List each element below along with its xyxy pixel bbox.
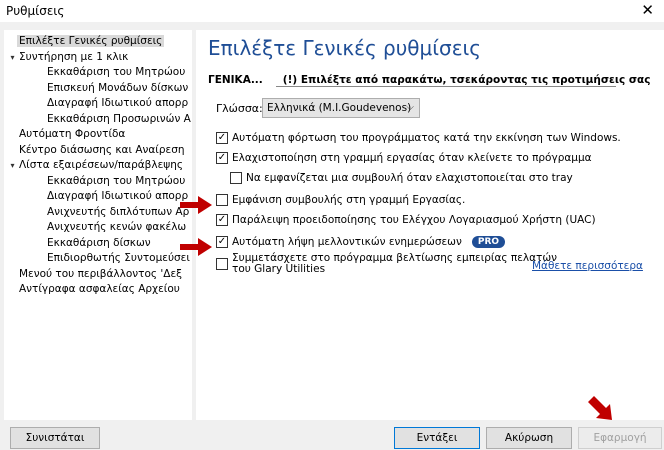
settings-panel: Επιλέξτε Γενικές ρυθμίσεις ΓΕΝΙΚΑ... (!) … [196, 30, 664, 420]
tree-item[interactable]: ▾ Λίστα εξαιρέσεων/παράβλεψης [4, 158, 192, 173]
option-checkbox[interactable] [216, 194, 228, 206]
instruction-text: (!) Επιλέξτε από παρακάτω, τσεκάροντας τ… [282, 74, 651, 86]
title-bar: Ρυθμίσεις ✕ [0, 0, 664, 22]
chevron-down-icon: ⌵ [406, 102, 414, 113]
tree-item[interactable]: Κέντρο διάσωσης και Αναίρεση [4, 143, 192, 158]
option-checkbox[interactable]: ✓ [216, 214, 228, 226]
section-divider [276, 86, 616, 87]
option-checkbox[interactable]: ✓ [216, 152, 228, 164]
apply-button[interactable]: Εφαρμογή [578, 427, 662, 449]
tree-item[interactable]: Αυτόματη Φροντίδα [4, 127, 192, 142]
chevron-down-icon[interactable]: ▾ [8, 50, 17, 65]
tree-item-label: Ανιχνευτής διπλότυπων Αρ [47, 205, 190, 218]
tree-item[interactable]: Εκκαθάριση του Μητρώου [4, 174, 192, 189]
red-arrow-icon [180, 196, 212, 214]
tree-item-label: Μενού του περιβάλλοντος 'Δεξ [19, 267, 182, 280]
pro-badge: PRO [471, 236, 506, 248]
window-title: Ρυθμίσεις [6, 4, 65, 18]
tree-item-label: Διαγραφή Ιδιωτικού απορρ [47, 190, 189, 202]
option-checkbox[interactable] [216, 258, 228, 270]
ok-button[interactable]: Εντάξει [394, 427, 480, 449]
tree-item[interactable]: Εκκαθάριση δίσκων [4, 236, 192, 251]
chevron-down-icon[interactable]: ▾ [8, 158, 17, 173]
tree-item[interactable]: Ανιχνευτής διπλότυπων Αρ [4, 205, 192, 220]
tree-item-label: Λίστα εξαιρέσεων/παράβλεψης [19, 159, 184, 171]
tree-item[interactable]: ▾ Συντήρηση με 1 κλικ [4, 50, 192, 65]
red-arrow-icon [180, 238, 212, 256]
section-intro: ΓΕΝΙΚΑ... (!) Επιλέξτε από παρακάτω, τσεκ… [208, 74, 650, 86]
section-label: ΓΕΝΙΚΑ... [208, 74, 263, 86]
tree-item-label: Διαγραφή Ιδιωτικού απορρ [47, 97, 189, 109]
tree-item-label: Ανιχνευτής κενών φακέλω [47, 221, 187, 233]
language-select[interactable]: Ελληνικά (M.I.Goudevenos) ⌵ [262, 98, 420, 118]
option-checkbox[interactable]: ✓ [216, 132, 228, 144]
option-label: Αυτόματη φόρτωση του προγράμματος κατά τ… [232, 132, 621, 144]
option-label: Εμφάνιση συμβουλής στη γραμμή Εργασίας. [232, 194, 465, 206]
tree-item-label: Αυτόματη Φροντίδα [19, 128, 126, 140]
option-label-text: Να εμφανίζεται μια συμβουλή όταν ελαχιστ… [246, 172, 573, 184]
language-value: Ελληνικά (M.I.Goudevenos) [267, 102, 412, 114]
option-label-text: του Glary Utilities [232, 263, 326, 275]
tree-item[interactable]: Εκκαθάριση του Μητρώου [4, 65, 192, 80]
tree-item[interactable]: Επιλέξτε Γενικές ρυθμίσεις [4, 34, 192, 49]
close-icon[interactable]: ✕ [641, 1, 654, 19]
tree-item-label: Επιδιορθωτής Συντομεύσει [47, 252, 190, 264]
language-label: Γλώσσα: [216, 102, 263, 115]
tree-item[interactable]: Αντίγραφα ασφαλείας Αρχείου [4, 282, 192, 297]
recommend-button[interactable]: Συνιστάται [10, 427, 100, 449]
tree-item-label: Κέντρο διάσωσης και Αναίρεση [19, 143, 185, 156]
tree-item-label: Εκκαθάριση του Μητρώου [47, 66, 186, 78]
option-label-text: Ελαχιστοποίηση στη γραμμή εργασίας όταν … [232, 152, 592, 164]
tree-item-label: Επιλέξτε Γενικές ρυθμίσεις [17, 35, 165, 47]
page-title: Επιλέξτε Γενικές ρυθμίσεις [208, 36, 482, 60]
option-checkbox[interactable]: ✓ [216, 236, 228, 248]
tree-item[interactable]: Ανιχνευτής κενών φακέλω [4, 220, 192, 235]
tree-item[interactable]: Εκκαθάριση Προσωρινών Α [4, 112, 192, 127]
tree-item-label: Αντίγραφα ασφαλείας Αρχείου [19, 283, 180, 295]
option-label: Ελαχιστοποίηση στη γραμμή εργασίας όταν … [232, 152, 592, 164]
option-label-text: Παράλειψη προειδοποίησης του Ελέγχου Λογ… [232, 214, 596, 226]
option-checkbox[interactable] [230, 172, 242, 184]
tree-item-label: Επισκευή Μονάδων δίσκων [47, 81, 189, 94]
option-label-text: Εμφάνιση συμβουλής στη γραμμή Εργασίας. [232, 194, 466, 206]
red-arrow-icon [588, 396, 612, 420]
option-label-text: Αυτόματη φόρτωση του προγράμματος κατά τ… [232, 132, 621, 144]
tree-item-label: Εκκαθάριση δίσκων [47, 236, 151, 249]
tree-item-label: Εκκαθάριση Προσωρινών Α [47, 112, 191, 125]
dialog-frame: Επιλέξτε Γενικές ρυθμίσεις ▾ Συντήρηση με … [0, 22, 664, 450]
tree-item[interactable]: Επιδιορθωτής Συντομεύσει [4, 251, 192, 266]
option-label: Να εμφανίζεται μια συμβουλή όταν ελαχιστ… [246, 172, 573, 184]
option-label: Παράλειψη προειδοποίησης του Ελέγχου Λογ… [232, 214, 596, 226]
cancel-button[interactable]: Ακύρωση [486, 427, 572, 449]
option-label: Αυτόματη λήψη μελλοντικών ενημερώσεων PRO [232, 236, 506, 248]
option-label-text: Αυτόματη λήψη μελλοντικών ενημερώσεων [232, 236, 462, 248]
tree-item[interactable]: Διαγραφή Ιδιωτικού απορρ [4, 189, 192, 204]
tree-item[interactable]: Μενού του περιβάλλοντος 'Δεξ [4, 267, 192, 282]
tree-item[interactable]: Επισκευή Μονάδων δίσκων [4, 81, 192, 96]
tree-item-label: Εκκαθάριση του Μητρώου [47, 174, 186, 187]
tree-item[interactable]: Διαγραφή Ιδιωτικού απορρ [4, 96, 192, 111]
option-label: Συμμετάσχετε στο πρόγραμμα βελτίωσης εμπ… [232, 253, 557, 275]
learn-more-link[interactable]: Μάθετε περισσότερα [532, 260, 643, 272]
tree-item-label: Συντήρηση με 1 κλικ [19, 50, 129, 63]
settings-tree[interactable]: Επιλέξτε Γενικές ρυθμίσεις ▾ Συντήρηση με … [4, 30, 192, 420]
